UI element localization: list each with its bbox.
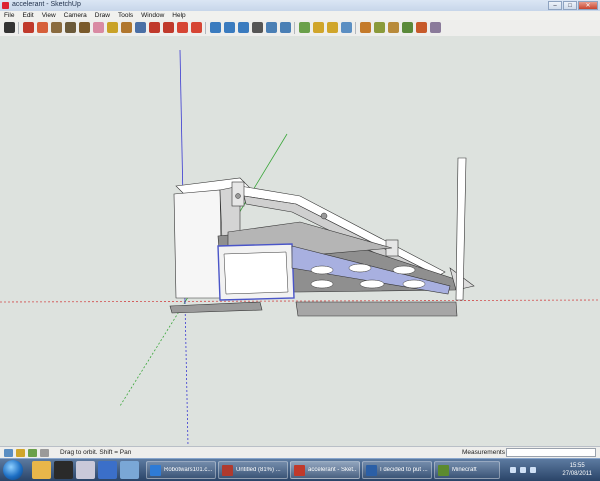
system-tray: 15:55 27/08/2011	[504, 459, 600, 481]
measurements-label: Measurements	[462, 449, 505, 456]
base-plate-left	[169, 301, 263, 314]
menu-camera[interactable]: Camera	[60, 11, 91, 20]
firefox-pinned-icon[interactable]	[76, 461, 95, 479]
task-word-document[interactable]: I decided to put ...	[362, 461, 432, 479]
plate-hole	[310, 279, 334, 289]
task-untitled-paint[interactable]: Untitled (81%) ...	[218, 461, 288, 479]
ie-pinned-icon[interactable]	[120, 461, 139, 479]
start-button-icon[interactable]	[3, 460, 23, 480]
clock-date: 27/08/2011	[562, 471, 592, 477]
pencil-tool-icon[interactable]	[37, 22, 48, 33]
help-icon[interactable]	[40, 449, 49, 457]
next-view-icon[interactable]	[313, 22, 324, 33]
task-sketchup[interactable]: accelerant - Sket...	[290, 461, 360, 479]
circle-tool-icon[interactable]	[65, 22, 76, 33]
volume-icon[interactable]	[530, 467, 536, 473]
orbit-tool-icon[interactable]	[224, 22, 235, 33]
paint-task-icon	[222, 465, 233, 476]
zoom-extents-icon[interactable]	[280, 22, 291, 33]
user-icon[interactable]	[28, 449, 37, 457]
menu-draw[interactable]: Draw	[91, 11, 114, 20]
rotate-tool-icon[interactable]	[163, 22, 174, 33]
menu-window[interactable]: Window	[137, 11, 168, 20]
credits-icon[interactable]	[16, 449, 25, 457]
previous-view-icon[interactable]	[299, 22, 310, 33]
scale-tool-icon[interactable]	[191, 22, 202, 33]
task-minecraft[interactable]: Minecraft	[434, 461, 500, 479]
show-hidden-icons-icon[interactable]	[510, 467, 516, 473]
main-toolbar	[0, 20, 600, 37]
pivot-bolt	[320, 212, 328, 220]
window-title: accelerant - SketchUp	[12, 1, 81, 8]
toolbar-separator	[18, 22, 19, 34]
follow-me-icon[interactable]	[177, 22, 188, 33]
preview-google-earth-icon[interactable]	[402, 22, 413, 33]
clock[interactable]: 15:55 27/08/2011	[562, 462, 592, 478]
windows-taskbar: Robotwars101.c... Untitled (81%) ... acc…	[0, 458, 600, 481]
push-pull-icon[interactable]	[135, 22, 146, 33]
word-task-icon	[366, 465, 377, 476]
menu-edit[interactable]: Edit	[18, 11, 37, 20]
line-tool-icon[interactable]	[23, 22, 34, 33]
polygon-tool-icon[interactable]	[79, 22, 90, 33]
window-controls: – □ ✕	[548, 1, 598, 10]
pivot-bolt-left	[235, 193, 241, 199]
rectangle-tool-icon[interactable]	[51, 22, 62, 33]
maximize-button[interactable]: □	[563, 1, 577, 10]
toolbar-separator	[294, 22, 295, 34]
itunes-pinned-icon[interactable]	[98, 461, 117, 479]
components-icon[interactable]	[360, 22, 371, 33]
menu-view[interactable]: View	[38, 11, 60, 20]
plate-hole	[310, 265, 334, 275]
menu-help[interactable]: Help	[168, 11, 189, 20]
get-models-icon[interactable]	[327, 22, 338, 33]
task-robotwars[interactable]: Robotwars101.c...	[146, 461, 216, 479]
green-axis-dotted	[119, 301, 186, 407]
plate-hole	[392, 265, 416, 275]
toolbar-separator	[205, 22, 206, 34]
menu-file[interactable]: File	[0, 11, 18, 20]
materials-icon[interactable]	[416, 22, 427, 33]
model-viewport[interactable]	[0, 36, 600, 447]
offset-tool-icon[interactable]	[210, 22, 221, 33]
measurements-input[interactable]	[506, 448, 596, 457]
rear-block-front	[173, 189, 223, 299]
eraser-tool-icon[interactable]	[93, 22, 104, 33]
select-tool-icon[interactable]	[4, 22, 15, 33]
styles-icon[interactable]	[430, 22, 441, 33]
pan-tool-icon[interactable]	[238, 22, 249, 33]
add-location-icon[interactable]	[374, 22, 385, 33]
plate-hole	[402, 279, 426, 289]
status-hint: Drag to orbit. Shift = Pan	[60, 449, 132, 456]
front-box-inner	[223, 251, 289, 295]
share-model-icon[interactable]	[341, 22, 352, 33]
move-tool-icon[interactable]	[149, 22, 160, 33]
explorer-pinned-icon[interactable]	[32, 461, 51, 479]
base-plate-right	[295, 301, 458, 317]
toolbar-separator	[355, 22, 356, 34]
toggle-terrain-icon[interactable]	[388, 22, 399, 33]
blue-axis-dotted	[184, 301, 189, 447]
zoom-tool-icon[interactable]	[252, 22, 263, 33]
sketchup-task-icon	[294, 465, 305, 476]
close-button[interactable]: ✕	[578, 1, 598, 10]
plate-hole	[348, 263, 372, 273]
tape-measure-icon[interactable]	[107, 22, 118, 33]
plate-hole	[359, 279, 385, 289]
ie-task-icon	[150, 465, 161, 476]
minecraft-task-icon	[438, 465, 449, 476]
model-canvas[interactable]	[0, 36, 600, 447]
network-icon[interactable]	[520, 467, 526, 473]
zoom-window-icon[interactable]	[266, 22, 277, 33]
paint-bucket-icon[interactable]	[121, 22, 132, 33]
media-player-pinned-icon[interactable]	[54, 461, 73, 479]
minimize-button[interactable]: –	[548, 1, 562, 10]
geo-location-icon[interactable]	[4, 449, 13, 457]
sketchup-app-icon	[2, 2, 9, 9]
menu-tools[interactable]: Tools	[114, 11, 137, 20]
clock-time: 15:55	[569, 463, 585, 469]
